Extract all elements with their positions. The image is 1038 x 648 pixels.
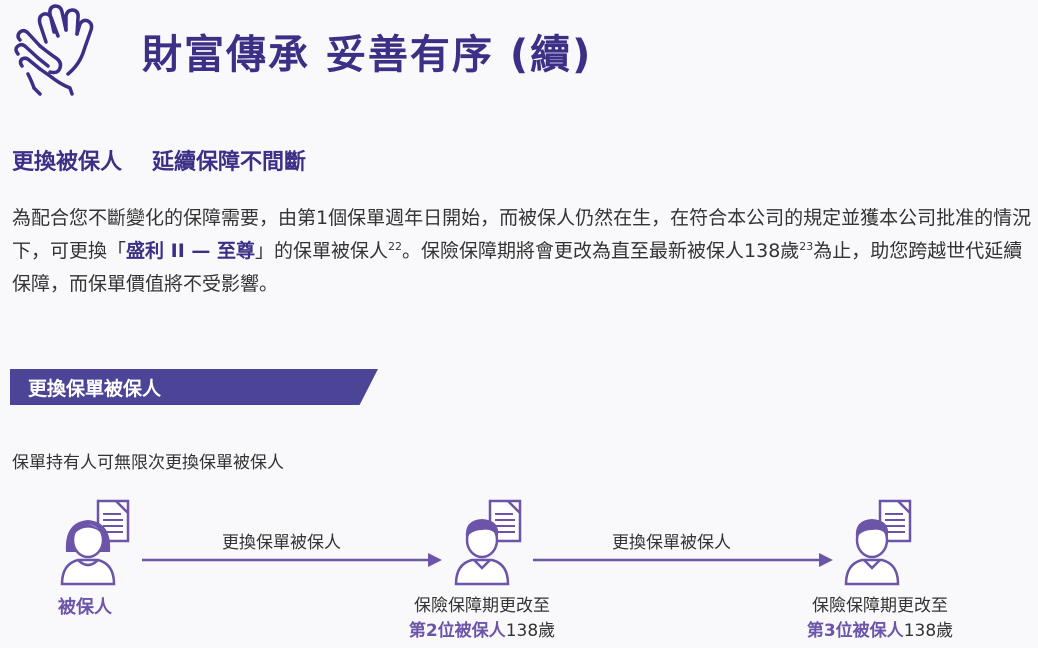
caption-3-line1: 保險保障期更改至 <box>812 596 948 616</box>
footnote-ref-23: 23 <box>799 240 814 253</box>
arrow-right-icon <box>533 552 833 572</box>
caption-2-age: 138歲 <box>505 621 556 641</box>
arrow-right-icon <box>142 552 442 572</box>
insured-person-icon-female <box>58 498 134 586</box>
footnote-ref-22: 22 <box>388 240 403 253</box>
arrow-label-1: 更換保單被保人 <box>222 533 341 553</box>
hand-icon <box>10 2 102 96</box>
caption-third-insured: 保險保障期更改至 第3位被保人138歲 <box>780 594 980 644</box>
insured-person-icon-male-3 <box>842 498 918 586</box>
insured-person-icon-male-2 <box>452 498 528 586</box>
caption-second-insured: 保險保障期更改至 第2位被保人138歲 <box>382 594 582 644</box>
paragraph-text-3: 。保險保障期將會更改為直至最新被保人138歲 <box>402 240 800 262</box>
caption-3-bold: 第3位被保人 <box>806 621 904 641</box>
product-name: 盛利 II — 至尊 <box>126 240 255 262</box>
caption-3-age: 138歲 <box>903 621 954 641</box>
section-banner: 更換保單被保人 <box>10 369 378 405</box>
page-title: 財富傳承 妥善有序 (續) <box>142 32 593 78</box>
note-text: 保單持有人可無限次更換保單被保人 <box>12 453 284 473</box>
banner-label: 更換保單被保人 <box>28 378 162 400</box>
caption-2-line1: 保險保障期更改至 <box>414 596 550 616</box>
description-paragraph: 為配合您不斷變化的保障需要，由第1個保單週年日開始，而被保人仍然在生，在符合本公… <box>12 202 1034 301</box>
section-title-part1: 更換被保人 <box>12 150 123 175</box>
arrow-label-2: 更換保單被保人 <box>612 533 731 553</box>
paragraph-text-2: 」的保單被保人 <box>255 240 389 262</box>
section-title-part2: 延續保障不間斷 <box>152 150 307 175</box>
insured-label: 被保人 <box>58 597 112 618</box>
caption-2-bold: 第2位被保人 <box>408 621 506 641</box>
section-title: 更換被保人 延續保障不間斷 <box>12 144 306 176</box>
